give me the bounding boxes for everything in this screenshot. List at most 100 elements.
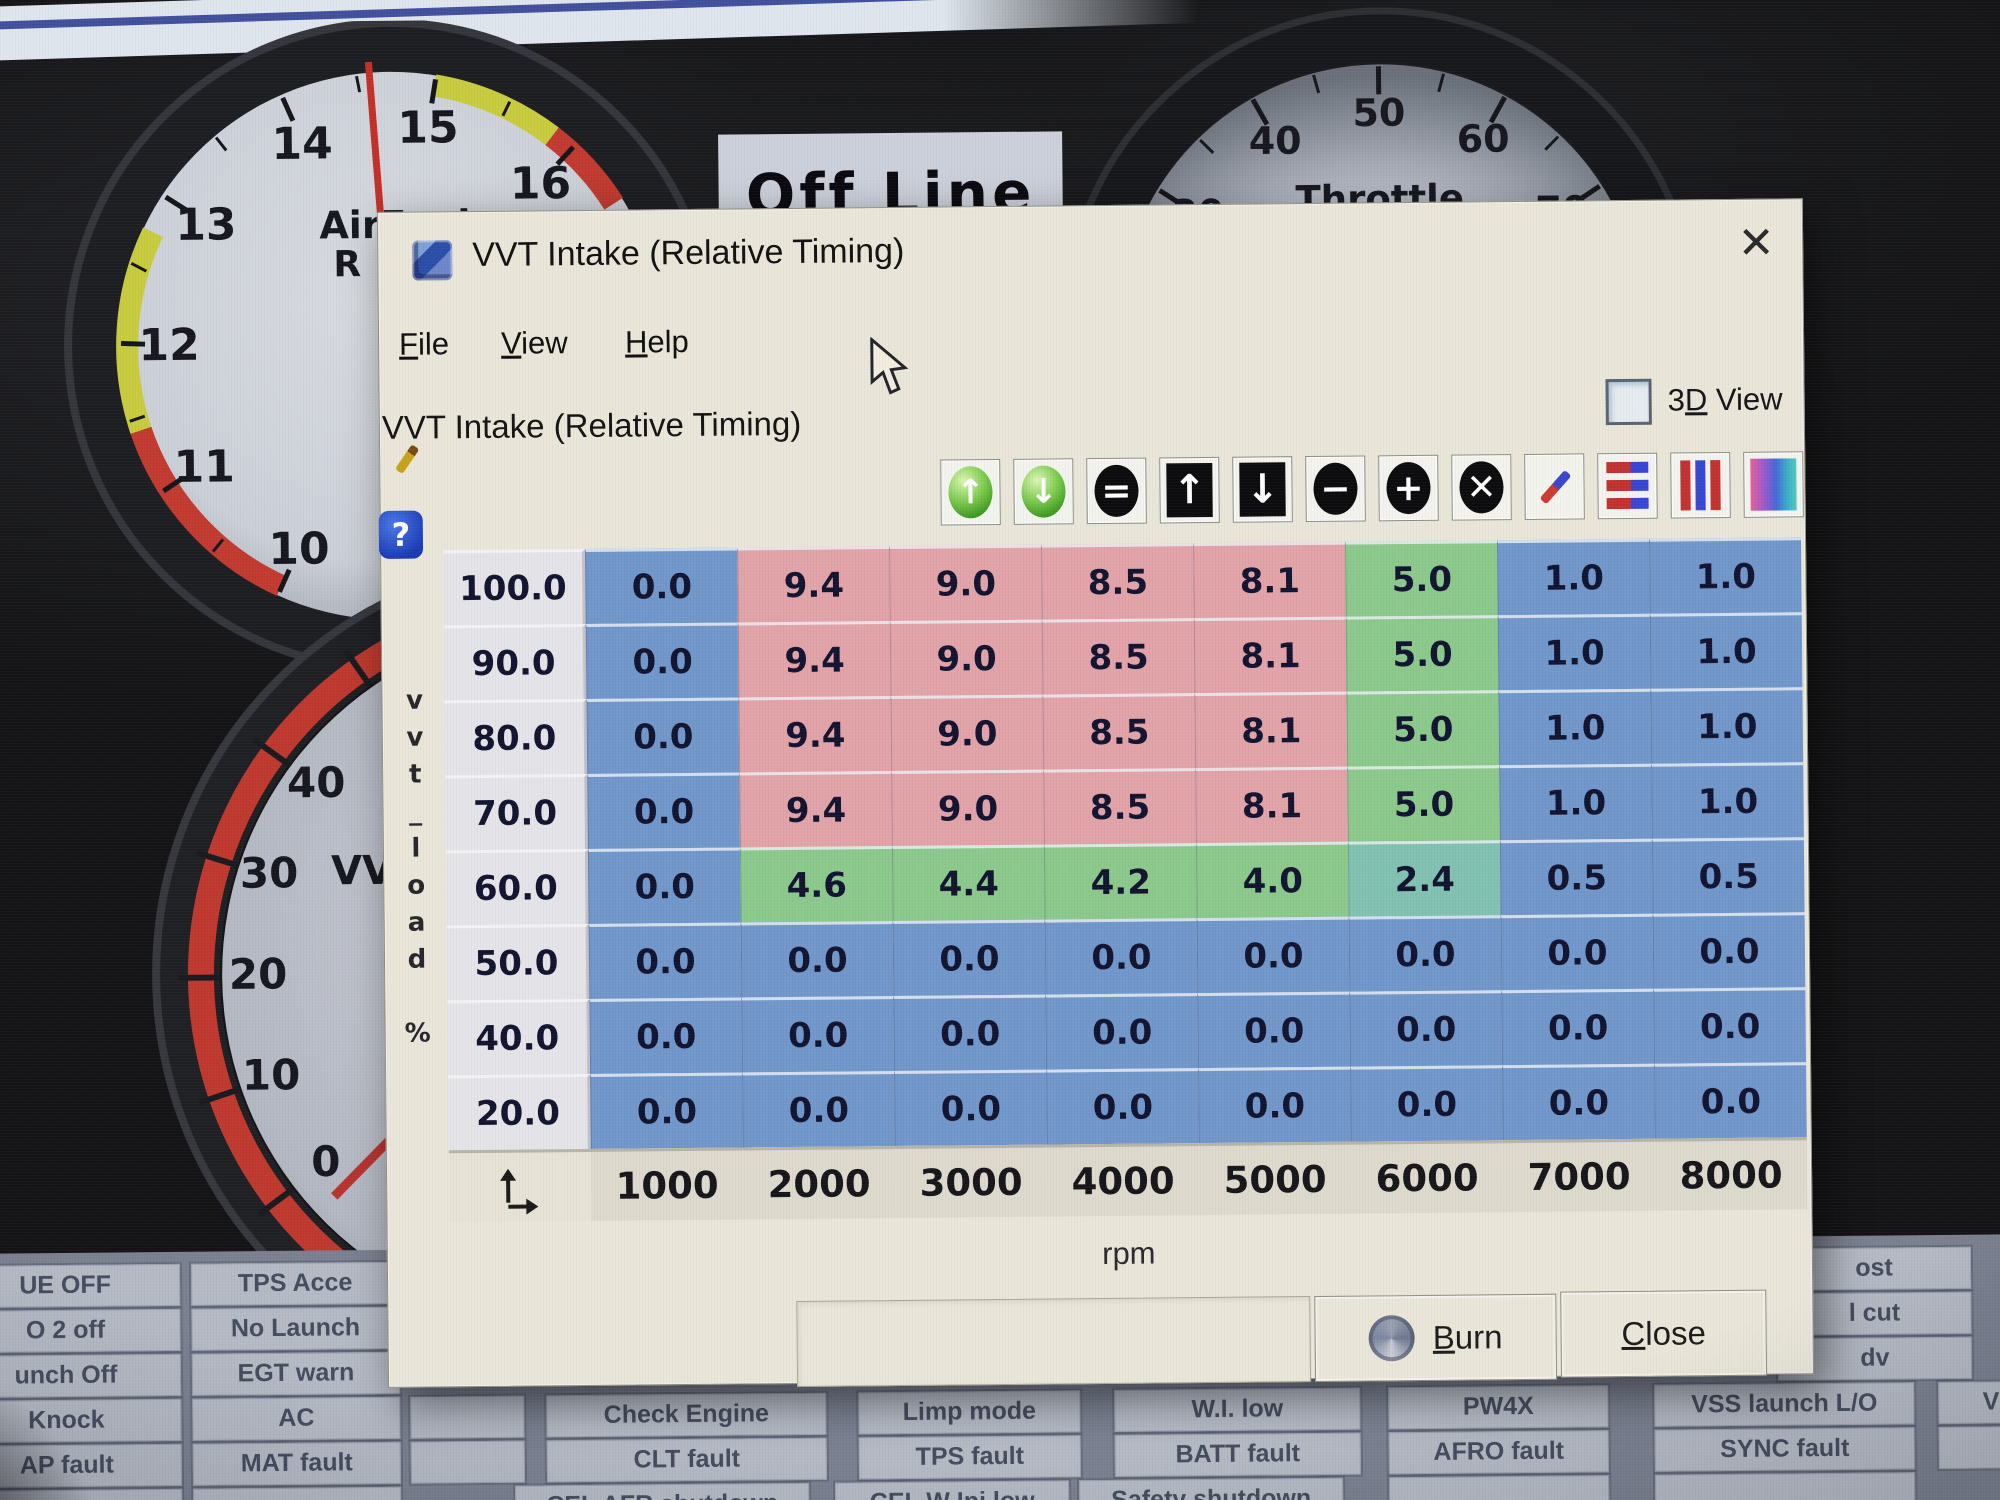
table-cell[interactable]: 9.4	[739, 771, 892, 847]
menu-view[interactable]: View	[501, 307, 568, 380]
table-cell[interactable]: 0.0	[1653, 912, 1806, 988]
table-cell[interactable]: 0.0	[1045, 918, 1198, 994]
decrement-icon[interactable]: −	[1305, 455, 1366, 522]
table-cell[interactable]: 9.4	[737, 546, 890, 622]
table-cell[interactable]: 4.2	[1044, 843, 1197, 919]
table-cell[interactable]: 1.0	[1650, 687, 1803, 763]
table-cell[interactable]: 0.0	[589, 997, 742, 1073]
interpolate-rows-icon[interactable]	[1597, 453, 1658, 520]
table-cell[interactable]: 0.0	[1197, 917, 1350, 993]
table-cell[interactable]: 5.0	[1345, 540, 1498, 616]
table-cell[interactable]: 5.0	[1347, 765, 1500, 841]
load-axis-cell: 20.0	[448, 1074, 591, 1150]
table-cell[interactable]: 1.0	[1498, 614, 1651, 690]
table-cell[interactable]: 1.0	[1650, 612, 1803, 688]
table-cell[interactable]: 0.0	[1349, 990, 1502, 1066]
decrease-selection-icon[interactable]: ↓	[1013, 458, 1074, 525]
table-cell[interactable]: 0.0	[1350, 1065, 1503, 1141]
burn-icon	[1369, 1315, 1415, 1361]
shift-down-icon[interactable]: ↓	[1232, 456, 1293, 523]
table-cell[interactable]: 0.0	[589, 922, 742, 998]
table-cell[interactable]: 0.0	[1501, 914, 1654, 990]
table-cell[interactable]: 8.1	[1195, 767, 1348, 843]
dialog-titlebar[interactable]: VVT Intake (Relative Timing) ✕	[378, 199, 1803, 305]
interpolate-icon[interactable]	[1524, 453, 1585, 520]
status-indicator: VS	[1938, 1381, 2000, 1424]
table-cell[interactable]: 0.0	[741, 921, 894, 997]
table-cell[interactable]: 8.1	[1194, 617, 1347, 693]
table-cell[interactable]: 0.0	[1197, 992, 1350, 1068]
shift-up-icon[interactable]: ↑	[1159, 457, 1220, 524]
view-3d-label-rest: View	[1707, 381, 1783, 417]
increase-selection-icon[interactable]: ↑	[940, 459, 1001, 526]
table-cell[interactable]: 0.5	[1500, 839, 1653, 915]
table-cell[interactable]: 5.0	[1346, 690, 1499, 766]
table-cell[interactable]: 1.0	[1499, 764, 1652, 840]
table-cell[interactable]: 9.0	[890, 620, 1043, 696]
table-cell[interactable]: 0.0	[586, 698, 739, 774]
table-cell[interactable]: 0.0	[742, 1071, 895, 1147]
table-cell[interactable]: 8.5	[1041, 543, 1194, 619]
table-cell[interactable]: 9.0	[890, 695, 1043, 771]
table-cell[interactable]: 0.0	[590, 1072, 743, 1148]
table-cell[interactable]: 4.4	[892, 845, 1045, 921]
table-cell[interactable]: 4.6	[740, 846, 893, 922]
table-cell[interactable]: 9.4	[738, 621, 891, 697]
table-cell[interactable]: 0.0	[585, 548, 738, 624]
gradient-fill-icon[interactable]	[1743, 451, 1804, 518]
table-cell[interactable]: 1.0	[1497, 539, 1650, 615]
close-icon[interactable]: ✕	[1730, 217, 1782, 269]
table-cell[interactable]: 8.1	[1194, 692, 1347, 768]
status-indicator: W.I. low	[1114, 1388, 1360, 1432]
view-3d-checkbox[interactable]	[1605, 379, 1651, 425]
view-3d-label-key: D	[1685, 382, 1708, 417]
table-cell[interactable]: 4.0	[1196, 842, 1349, 918]
monitor-screen: 10 11 12 13 14 15 16 AirFuel R	[0, 0, 2000, 1500]
status-indicator: No Launch	[191, 1307, 399, 1351]
table-cell[interactable]: 1.0	[1651, 762, 1804, 838]
table-cell[interactable]: 2.4	[1348, 840, 1501, 916]
table-cell[interactable]: 0.5	[1652, 837, 1805, 913]
table-cell[interactable]: 8.5	[1042, 693, 1195, 769]
edit-pencil-icon[interactable]	[395, 444, 419, 474]
table-cell[interactable]: 1.0	[1498, 689, 1651, 765]
set-equal-icon[interactable]: =	[1086, 458, 1147, 525]
menu-file[interactable]: File	[399, 308, 450, 380]
table-cell[interactable]: 0.0	[586, 623, 739, 699]
menu-help[interactable]: Help	[625, 306, 689, 379]
table-cell[interactable]: 5.0	[1346, 615, 1499, 691]
table-cell[interactable]: 8.5	[1042, 618, 1195, 694]
table-cell[interactable]: 0.0	[1045, 993, 1198, 1069]
increment-icon[interactable]: +	[1378, 455, 1439, 522]
table-cell[interactable]: 0.0	[894, 1070, 1047, 1146]
multiply-icon[interactable]: ✕	[1451, 454, 1512, 521]
table-cell[interactable]: 9.4	[738, 696, 891, 772]
view-3d-label[interactable]: 3D View	[1668, 381, 1783, 418]
table-cell[interactable]: 8.1	[1193, 542, 1346, 618]
table-heading: VVT Intake (Relative Timing)	[382, 405, 802, 447]
table-cell[interactable]: 9.0	[889, 545, 1042, 621]
table-cell[interactable]: 0.0	[587, 773, 740, 849]
burn-button[interactable]: Burn	[1314, 1294, 1557, 1382]
rpm-axis-label: rpm	[1102, 1236, 1156, 1273]
table-cell[interactable]: 9.0	[891, 770, 1044, 846]
table-cell[interactable]: 0.0	[1654, 1062, 1807, 1138]
svg-text:13: 13	[175, 199, 237, 251]
table-cell[interactable]: 1.0	[1649, 537, 1802, 613]
status-indicator	[193, 1487, 401, 1500]
table-cell[interactable]: 0.0	[1501, 989, 1654, 1065]
interpolate-columns-icon[interactable]	[1670, 452, 1731, 519]
table-cell[interactable]: 0.0	[893, 995, 1046, 1071]
svg-text:12: 12	[138, 320, 200, 372]
table-cell[interactable]: 0.0	[893, 920, 1046, 996]
table-cell[interactable]: 0.0	[588, 848, 741, 924]
help-icon[interactable]: ?	[379, 511, 423, 559]
table-cell[interactable]: 0.0	[1653, 987, 1806, 1063]
table-cell[interactable]: 8.5	[1043, 768, 1196, 844]
table-cell[interactable]: 0.0	[1198, 1067, 1351, 1143]
close-button[interactable]: Close	[1560, 1290, 1767, 1378]
table-cell[interactable]: 0.0	[1349, 915, 1502, 991]
table-cell[interactable]: 0.0	[741, 996, 894, 1072]
table-cell[interactable]: 0.0	[1046, 1068, 1199, 1144]
table-cell[interactable]: 0.0	[1502, 1064, 1655, 1140]
